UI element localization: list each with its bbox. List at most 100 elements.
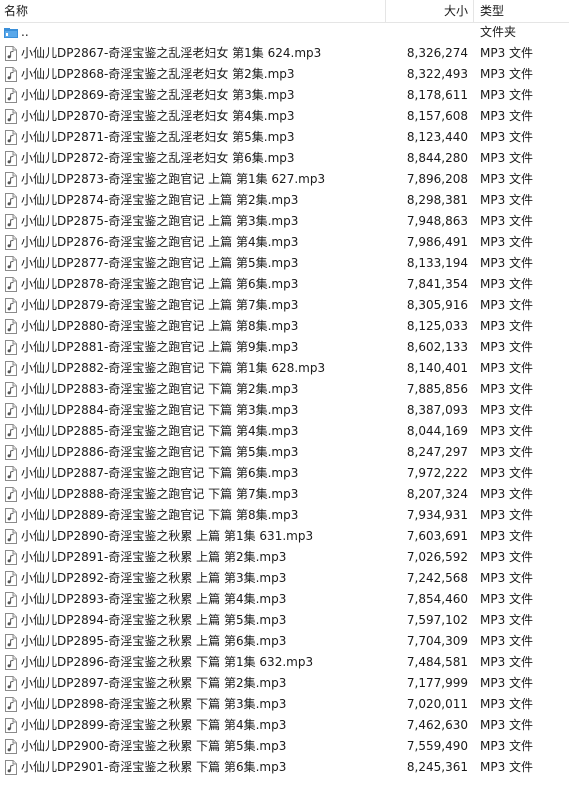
file-row[interactable]: 小仙儿DP2871-奇淫宝鉴之乱淫老妇女 第5集.mp3 8,123,440 M… bbox=[0, 127, 569, 148]
parent-folder-row[interactable]: .. 文件夹 bbox=[0, 22, 569, 43]
file-row[interactable]: 小仙儿DP2893-奇淫宝鉴之秋累 上篇 第4集.mp3 7,854,460 M… bbox=[0, 589, 569, 610]
file-row[interactable]: 小仙儿DP2887-奇淫宝鉴之跑官记 下篇 第6集.mp3 7,972,222 … bbox=[0, 463, 569, 484]
file-row[interactable]: 小仙儿DP2881-奇淫宝鉴之跑官记 上篇 第9集.mp3 8,602,133 … bbox=[0, 337, 569, 358]
file-row[interactable]: 小仙儿DP2886-奇淫宝鉴之跑官记 下篇 第5集.mp3 8,247,297 … bbox=[0, 442, 569, 463]
file-size: 8,133,194 bbox=[406, 256, 468, 270]
file-row[interactable]: 小仙儿DP2883-奇淫宝鉴之跑官记 下篇 第2集.mp3 7,885,856 … bbox=[0, 379, 569, 400]
file-row[interactable]: 小仙儿DP2873-奇淫宝鉴之跑官记 上篇 第1集 627.mp3 7,896,… bbox=[0, 169, 569, 190]
file-row[interactable]: 小仙儿DP2900-奇淫宝鉴之秋累 下篇 第5集.mp3 7,559,490 M… bbox=[0, 736, 569, 757]
file-name: 小仙儿DP2885-奇淫宝鉴之跑官记 下篇 第4集.mp3 bbox=[21, 424, 299, 438]
file-row[interactable]: 小仙儿DP2894-奇淫宝鉴之秋累 上篇 第5集.mp3 7,597,102 M… bbox=[0, 610, 569, 631]
file-name: 小仙儿DP2876-奇淫宝鉴之跑官记 上篇 第4集.mp3 bbox=[21, 235, 299, 249]
audio-file-icon bbox=[5, 676, 17, 691]
audio-file-icon bbox=[5, 88, 17, 103]
file-row[interactable]: 小仙儿DP2891-奇淫宝鉴之秋累 上篇 第2集.mp3 7,026,592 M… bbox=[0, 547, 569, 568]
audio-file-icon bbox=[5, 697, 17, 712]
file-row[interactable]: 小仙儿DP2901-奇淫宝鉴之秋累 下篇 第6集.mp3 8,245,361 M… bbox=[0, 757, 569, 778]
file-row[interactable]: 小仙儿DP2867-奇淫宝鉴之乱淫老妇女 第1集 624.mp3 8,326,2… bbox=[0, 43, 569, 64]
file-name: 小仙儿DP2898-奇淫宝鉴之秋累 下篇 第3集.mp3 bbox=[21, 697, 287, 711]
file-row[interactable]: 小仙儿DP2875-奇淫宝鉴之跑官记 上篇 第3集.mp3 7,948,863 … bbox=[0, 211, 569, 232]
file-size: 7,597,102 bbox=[406, 613, 468, 627]
file-size: 7,972,222 bbox=[406, 466, 468, 480]
file-row[interactable]: 小仙儿DP2882-奇淫宝鉴之跑官记 下篇 第1集 628.mp3 8,140,… bbox=[0, 358, 569, 379]
file-type: MP3 文件 bbox=[480, 571, 534, 585]
file-name: 小仙儿DP2897-奇淫宝鉴之秋累 下篇 第2集.mp3 bbox=[21, 676, 287, 690]
file-row[interactable]: 小仙儿DP2888-奇淫宝鉴之跑官记 下篇 第7集.mp3 8,207,324 … bbox=[0, 484, 569, 505]
file-size: 8,207,324 bbox=[406, 487, 468, 501]
file-name: 小仙儿DP2867-奇淫宝鉴之乱淫老妇女 第1集 624.mp3 bbox=[21, 46, 322, 60]
file-name: 小仙儿DP2890-奇淫宝鉴之秋累 上篇 第1集 631.mp3 bbox=[21, 529, 314, 543]
file-size: 8,602,133 bbox=[406, 340, 468, 354]
file-type: MP3 文件 bbox=[480, 634, 534, 648]
audio-file-icon bbox=[5, 550, 17, 565]
file-type: MP3 文件 bbox=[480, 88, 534, 102]
file-row[interactable]: 小仙儿DP2897-奇淫宝鉴之秋累 下篇 第2集.mp3 7,177,999 M… bbox=[0, 673, 569, 694]
sort-ascending-icon: ^ bbox=[186, 0, 194, 7]
file-row[interactable]: 小仙儿DP2898-奇淫宝鉴之秋累 下篇 第3集.mp3 7,020,011 M… bbox=[0, 694, 569, 715]
file-name: 小仙儿DP2894-奇淫宝鉴之秋累 上篇 第5集.mp3 bbox=[21, 613, 287, 627]
file-row[interactable]: 小仙儿DP2892-奇淫宝鉴之秋累 上篇 第3集.mp3 7,242,568 M… bbox=[0, 568, 569, 589]
file-row[interactable]: 小仙儿DP2890-奇淫宝鉴之秋累 上篇 第1集 631.mp3 7,603,6… bbox=[0, 526, 569, 547]
file-row[interactable]: 小仙儿DP2876-奇淫宝鉴之跑官记 上篇 第4集.mp3 7,986,491 … bbox=[0, 232, 569, 253]
audio-file-icon bbox=[5, 130, 17, 145]
file-type: 文件夹 bbox=[480, 25, 517, 39]
file-name: 小仙儿DP2868-奇淫宝鉴之乱淫老妇女 第2集.mp3 bbox=[21, 67, 295, 81]
column-header-type[interactable]: 类型 bbox=[480, 3, 504, 19]
file-name: 小仙儿DP2882-奇淫宝鉴之跑官记 下篇 第1集 628.mp3 bbox=[21, 361, 326, 375]
column-header-size[interactable]: 大小 bbox=[386, 3, 468, 19]
file-row[interactable]: 小仙儿DP2869-奇淫宝鉴之乱淫老妇女 第3集.mp3 8,178,611 M… bbox=[0, 85, 569, 106]
audio-file-icon bbox=[5, 319, 17, 334]
file-type: MP3 文件 bbox=[480, 739, 534, 753]
file-name: 小仙儿DP2887-奇淫宝鉴之跑官记 下篇 第6集.mp3 bbox=[21, 466, 299, 480]
file-type: MP3 文件 bbox=[480, 508, 534, 522]
file-name: 小仙儿DP2869-奇淫宝鉴之乱淫老妇女 第3集.mp3 bbox=[21, 88, 295, 102]
file-name: 小仙儿DP2878-奇淫宝鉴之跑官记 上篇 第6集.mp3 bbox=[21, 277, 299, 291]
file-name: 小仙儿DP2870-奇淫宝鉴之乱淫老妇女 第4集.mp3 bbox=[21, 109, 295, 123]
audio-file-icon bbox=[5, 571, 17, 586]
audio-file-icon bbox=[5, 256, 17, 271]
column-header: 名称 ^ 大小 类型 bbox=[0, 0, 569, 23]
file-type: MP3 文件 bbox=[480, 403, 534, 417]
file-type: MP3 文件 bbox=[480, 697, 534, 711]
file-row[interactable]: 小仙儿DP2889-奇淫宝鉴之跑官记 下篇 第8集.mp3 7,934,931 … bbox=[0, 505, 569, 526]
audio-file-icon bbox=[5, 529, 17, 544]
audio-file-icon bbox=[5, 634, 17, 649]
file-row[interactable]: 小仙儿DP2878-奇淫宝鉴之跑官记 上篇 第6集.mp3 7,841,354 … bbox=[0, 274, 569, 295]
file-size: 8,247,297 bbox=[406, 445, 468, 459]
file-row[interactable]: 小仙儿DP2879-奇淫宝鉴之跑官记 上篇 第7集.mp3 8,305,916 … bbox=[0, 295, 569, 316]
audio-file-icon bbox=[5, 613, 17, 628]
file-size: 8,298,381 bbox=[406, 193, 468, 207]
audio-file-icon bbox=[5, 193, 17, 208]
file-type: MP3 文件 bbox=[480, 592, 534, 606]
column-header-name[interactable]: 名称 bbox=[4, 3, 28, 19]
file-size: 7,559,490 bbox=[406, 739, 468, 753]
file-name: 小仙儿DP2891-奇淫宝鉴之秋累 上篇 第2集.mp3 bbox=[21, 550, 287, 564]
audio-file-icon bbox=[5, 592, 17, 607]
file-type: MP3 文件 bbox=[480, 550, 534, 564]
file-row[interactable]: 小仙儿DP2877-奇淫宝鉴之跑官记 上篇 第5集.mp3 8,133,194 … bbox=[0, 253, 569, 274]
file-name: 小仙儿DP2889-奇淫宝鉴之跑官记 下篇 第8集.mp3 bbox=[21, 508, 299, 522]
file-row[interactable]: 小仙儿DP2880-奇淫宝鉴之跑官记 上篇 第8集.mp3 8,125,033 … bbox=[0, 316, 569, 337]
file-name: 小仙儿DP2883-奇淫宝鉴之跑官记 下篇 第2集.mp3 bbox=[21, 382, 299, 396]
file-type: MP3 文件 bbox=[480, 361, 534, 375]
file-type: MP3 文件 bbox=[480, 109, 534, 123]
file-name: 小仙儿DP2895-奇淫宝鉴之秋累 上篇 第6集.mp3 bbox=[21, 634, 287, 648]
file-row[interactable]: 小仙儿DP2899-奇淫宝鉴之秋累 下篇 第4集.mp3 7,462,630 M… bbox=[0, 715, 569, 736]
file-row[interactable]: 小仙儿DP2870-奇淫宝鉴之乱淫老妇女 第4集.mp3 8,157,608 M… bbox=[0, 106, 569, 127]
file-row[interactable]: 小仙儿DP2884-奇淫宝鉴之跑官记 下篇 第3集.mp3 8,387,093 … bbox=[0, 400, 569, 421]
file-row[interactable]: 小仙儿DP2885-奇淫宝鉴之跑官记 下篇 第4集.mp3 8,044,169 … bbox=[0, 421, 569, 442]
file-type: MP3 文件 bbox=[480, 382, 534, 396]
file-row[interactable]: 小仙儿DP2896-奇淫宝鉴之秋累 下篇 第1集 632.mp3 7,484,5… bbox=[0, 652, 569, 673]
file-row[interactable]: 小仙儿DP2874-奇淫宝鉴之跑官记 上篇 第2集.mp3 8,298,381 … bbox=[0, 190, 569, 211]
file-size: 7,896,208 bbox=[406, 172, 468, 186]
file-name: 小仙儿DP2875-奇淫宝鉴之跑官记 上篇 第3集.mp3 bbox=[21, 214, 299, 228]
file-size: 8,123,440 bbox=[406, 130, 468, 144]
file-row[interactable]: 小仙儿DP2868-奇淫宝鉴之乱淫老妇女 第2集.mp3 8,322,493 M… bbox=[0, 64, 569, 85]
column-divider[interactable] bbox=[473, 0, 474, 22]
file-row[interactable]: 小仙儿DP2872-奇淫宝鉴之乱淫老妇女 第6集.mp3 8,844,280 M… bbox=[0, 148, 569, 169]
audio-file-icon bbox=[5, 403, 17, 418]
file-type: MP3 文件 bbox=[480, 130, 534, 144]
file-row[interactable]: 小仙儿DP2895-奇淫宝鉴之秋累 上篇 第6集.mp3 7,704,309 M… bbox=[0, 631, 569, 652]
audio-file-icon bbox=[5, 172, 17, 187]
audio-file-icon bbox=[5, 67, 17, 82]
